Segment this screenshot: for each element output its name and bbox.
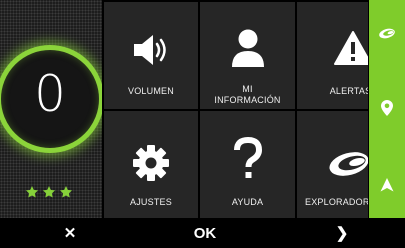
volume-tile[interactable]: VOLUMEN <box>104 2 198 109</box>
sidebar-location-button[interactable] <box>369 100 405 116</box>
navigation-arrow-icon <box>380 178 394 192</box>
alerts-tile[interactable]: ALERTAS <box>297 2 368 109</box>
explorers-label: EXPLORADORES <box>305 197 368 207</box>
explorers-icon <box>379 28 395 39</box>
cancel-button[interactable]: ✕ <box>50 218 90 248</box>
my-info-label-line2: INFORMACIÓN <box>214 95 281 105</box>
speed-panel: 0 <box>0 0 102 218</box>
speaker-icon <box>104 32 198 68</box>
location-pin-icon <box>381 100 393 116</box>
gear-icon <box>104 144 198 182</box>
ok-button[interactable]: OK <box>180 218 230 248</box>
star-icon <box>42 186 56 198</box>
ok-label: OK <box>193 224 217 242</box>
user-icon <box>200 28 295 68</box>
my-info-tile[interactable]: MI INFORMACIÓN <box>200 2 295 109</box>
alerts-label: ALERTAS <box>329 86 368 96</box>
settings-tile[interactable]: AJUSTES <box>104 111 198 218</box>
menu-grid: VOLUMEN MI INFORMACIÓN ALERTAS AJUSTES A… <box>104 2 368 218</box>
alert-icon <box>317 30 368 66</box>
sidebar-explorers-button[interactable] <box>369 27 405 39</box>
speed-value: 0 <box>34 65 66 123</box>
star-icon <box>25 186 39 198</box>
help-tile[interactable]: AYUDA <box>200 111 295 218</box>
star-rating <box>25 185 73 199</box>
next-button[interactable]: ❯ <box>322 218 362 248</box>
chevron-right-icon: ❯ <box>335 225 349 242</box>
settings-label: AJUSTES <box>130 197 172 207</box>
sidebar-navigation-button[interactable] <box>369 178 405 192</box>
my-info-label-line1: MI <box>242 84 253 94</box>
explorers-tile[interactable]: EXPLORADORES <box>297 111 368 218</box>
help-label: AYUDA <box>231 197 264 207</box>
explorers-icon <box>313 149 368 177</box>
bottom-bar: ✕ OK ❯ <box>0 218 405 248</box>
right-sidebar <box>369 0 405 218</box>
star-icon <box>59 186 73 198</box>
volume-label: VOLUMEN <box>128 86 174 96</box>
question-icon <box>200 137 295 181</box>
close-icon: ✕ <box>63 225 77 242</box>
